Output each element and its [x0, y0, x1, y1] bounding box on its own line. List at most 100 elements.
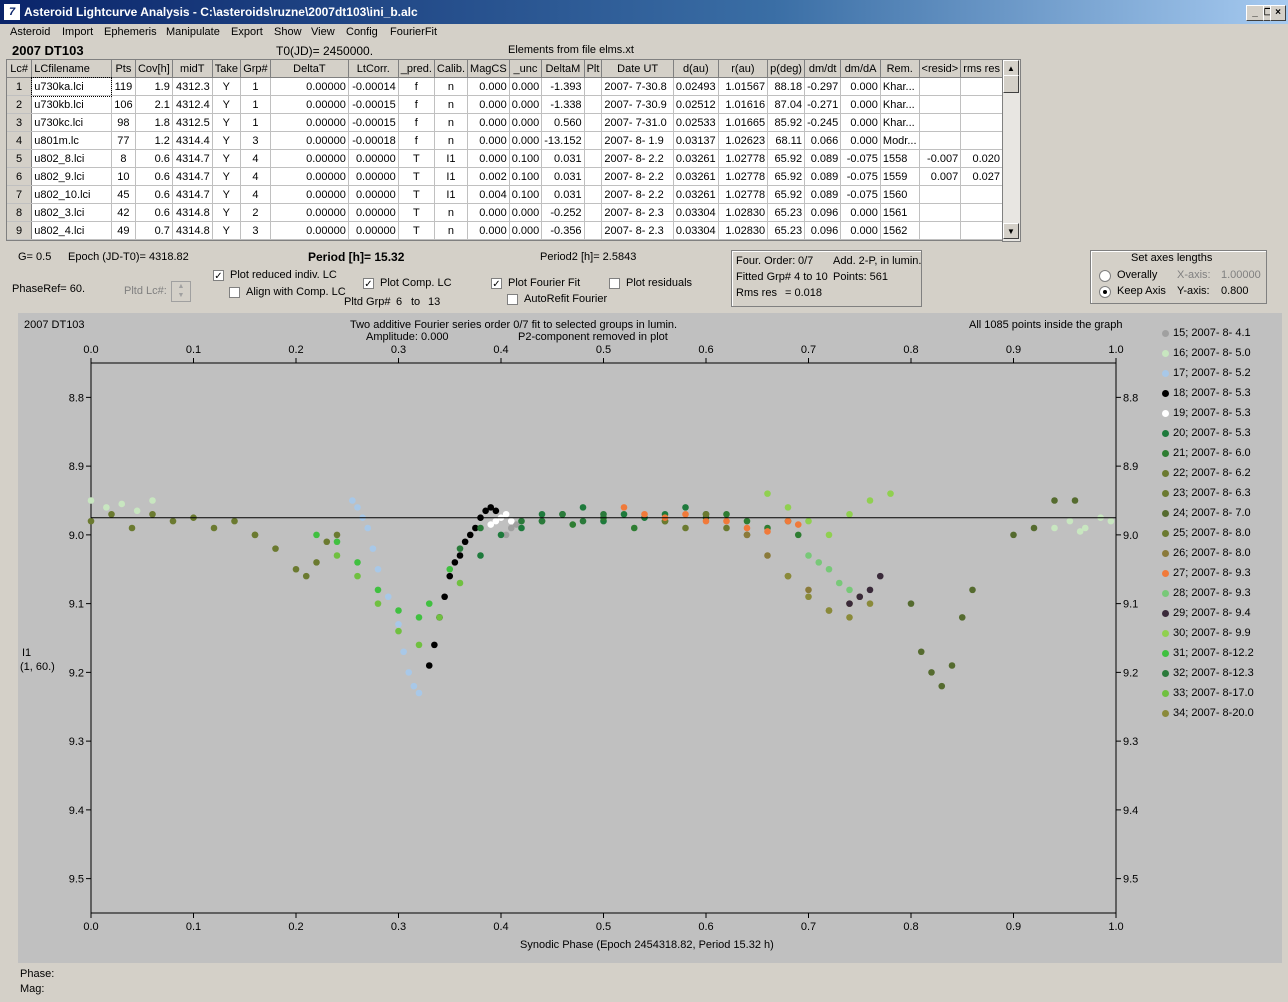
- yaxis-value[interactable]: 0.800: [1221, 285, 1249, 297]
- table-cell[interactable]: -0.075: [840, 185, 881, 204]
- column-header[interactable]: Plt: [584, 60, 603, 78]
- close-button[interactable]: ×: [1270, 5, 1286, 21]
- table-cell[interactable]: I1: [434, 167, 469, 186]
- table-cell[interactable]: 2007- 8- 2.2: [601, 185, 674, 204]
- table-cell[interactable]: 4: [240, 185, 271, 204]
- table-cell[interactable]: u730kc.lci: [31, 113, 112, 132]
- table-cell[interactable]: 0.000: [467, 95, 510, 114]
- table-cell[interactable]: 0.6: [135, 167, 173, 186]
- row-number[interactable]: 9: [7, 221, 33, 240]
- table-cell[interactable]: 0.000: [467, 131, 510, 150]
- table-cell[interactable]: 0.03261: [673, 149, 719, 168]
- table-cell[interactable]: [919, 95, 962, 114]
- table-cell[interactable]: 0.03261: [673, 167, 719, 186]
- table-row[interactable]: 6 u802_9.lci 10 0.6 4314.7 Y 4 0.00000 0.00000 T I…: [7, 167, 1003, 186]
- table-cell[interactable]: 0.00000: [270, 167, 349, 186]
- table-cell[interactable]: -0.00015: [348, 113, 399, 132]
- column-header[interactable]: dm/dt: [804, 60, 842, 78]
- table-cell[interactable]: [960, 95, 1003, 114]
- table-cell[interactable]: 0.002: [467, 167, 510, 186]
- table-cell[interactable]: -0.00018: [348, 131, 399, 150]
- autorefit-checkbox[interactable]: [507, 294, 518, 305]
- table-cell[interactable]: 0.100: [509, 149, 543, 168]
- table-row[interactable]: 3 u730kc.lci 98 1.8 4312.5 Y 1 0.00000 -0.00015 f…: [7, 113, 1003, 132]
- column-header[interactable]: Lc#: [7, 60, 33, 78]
- table-cell[interactable]: 0.027: [960, 167, 1003, 186]
- column-header[interactable]: MagCS: [467, 60, 510, 78]
- table-cell[interactable]: 1.8: [135, 113, 173, 132]
- menu-import[interactable]: Import: [62, 26, 93, 38]
- table-cell[interactable]: [919, 131, 962, 150]
- phaseref-value[interactable]: PhaseRef= 60.: [12, 283, 85, 295]
- table-cell[interactable]: 1.01616: [718, 95, 769, 114]
- table-cell[interactable]: 0.031: [541, 185, 585, 204]
- table-cell[interactable]: 1559: [880, 167, 920, 186]
- table-cell[interactable]: [919, 113, 962, 132]
- table-cell[interactable]: 65.23: [767, 221, 806, 240]
- menu-config[interactable]: Config: [346, 26, 378, 38]
- scroll-up-icon[interactable]: ▲: [1003, 60, 1019, 76]
- table-cell[interactable]: u730ka.lci: [30, 76, 113, 97]
- menu-export[interactable]: Export: [231, 26, 263, 38]
- table-cell[interactable]: 0.02533: [673, 113, 719, 132]
- table-cell[interactable]: 0.03304: [673, 221, 719, 240]
- period2-value[interactable]: Period2 [h]= 2.5843: [540, 251, 636, 263]
- table-cell[interactable]: T: [398, 149, 435, 168]
- table-cell[interactable]: 0.03137: [673, 131, 719, 150]
- table-cell[interactable]: 1.9: [135, 77, 173, 96]
- row-number[interactable]: 5: [7, 149, 33, 168]
- table-cell[interactable]: T: [398, 221, 435, 240]
- lightcurve-plot[interactable]: 0.0 0.0 0.1 0.1 0.2 0.2 0.3 0.3 0.4 0.4 0.5 0.5 0.6 0…: [18, 313, 1282, 963]
- table-cell[interactable]: Khar...: [880, 113, 920, 132]
- column-header[interactable]: Grp#: [240, 60, 271, 78]
- menu-view[interactable]: View: [311, 26, 335, 38]
- column-header[interactable]: _unc: [509, 60, 543, 78]
- table-cell[interactable]: 4: [240, 149, 271, 168]
- table-cell[interactable]: Modr...: [880, 131, 920, 150]
- table-cell[interactable]: -0.252: [541, 203, 585, 222]
- table-cell[interactable]: [960, 185, 1003, 204]
- table-cell[interactable]: 0.00000: [270, 95, 349, 114]
- table-cell[interactable]: n: [434, 221, 469, 240]
- table-cell[interactable]: 1.02778: [718, 167, 769, 186]
- table-cell[interactable]: 0.6: [135, 203, 173, 222]
- table-cell[interactable]: 0.560: [541, 113, 585, 132]
- table-cell[interactable]: 68.11: [767, 131, 806, 150]
- table-cell[interactable]: 1.01665: [718, 113, 769, 132]
- table-cell[interactable]: 1.02778: [718, 149, 769, 168]
- table-cell[interactable]: u802_3.lci: [31, 203, 112, 222]
- column-header[interactable]: DeltaM: [541, 60, 585, 78]
- table-cell[interactable]: T: [398, 167, 435, 186]
- table-cell[interactable]: 0.020: [960, 149, 1003, 168]
- table-cell[interactable]: [919, 221, 962, 240]
- table-cell[interactable]: 1558: [880, 149, 920, 168]
- table-cell[interactable]: 0.000: [467, 203, 510, 222]
- table-cell[interactable]: 0.00000: [270, 221, 349, 240]
- table-cell[interactable]: 85.92: [767, 113, 806, 132]
- table-cell[interactable]: 2007- 8- 2.2: [601, 167, 674, 186]
- keep-axis-radio[interactable]: [1099, 286, 1111, 298]
- table-cell[interactable]: 1.02623: [718, 131, 769, 150]
- table-cell[interactable]: 0.00000: [348, 149, 399, 168]
- table-cell[interactable]: 0.000: [467, 221, 510, 240]
- table-cell[interactable]: 1: [240, 77, 271, 96]
- table-cell[interactable]: 0.000: [840, 95, 881, 114]
- table-cell[interactable]: 1561: [880, 203, 920, 222]
- table-cell[interactable]: [584, 203, 603, 222]
- column-header[interactable]: <resid>: [919, 60, 962, 78]
- table-cell[interactable]: 0.000: [840, 77, 881, 96]
- table-cell[interactable]: n: [434, 131, 469, 150]
- table-cell[interactable]: 0.000: [467, 149, 510, 168]
- table-cell[interactable]: 0.004: [467, 185, 510, 204]
- table-cell[interactable]: 0.000: [840, 113, 881, 132]
- table-cell[interactable]: -1.393: [541, 77, 585, 96]
- table-cell[interactable]: 0.000: [467, 113, 510, 132]
- table-cell[interactable]: 2007- 8- 2.3: [601, 203, 674, 222]
- table-cell[interactable]: 0.000: [509, 221, 543, 240]
- table-cell[interactable]: 0.00000: [348, 221, 399, 240]
- plot-reduced-checkbox[interactable]: ✓: [213, 270, 224, 282]
- column-header[interactable]: Pts: [111, 60, 136, 78]
- column-header[interactable]: dm/dA: [840, 60, 881, 78]
- table-cell[interactable]: 0.000: [840, 131, 881, 150]
- column-header[interactable]: r(au): [718, 60, 769, 78]
